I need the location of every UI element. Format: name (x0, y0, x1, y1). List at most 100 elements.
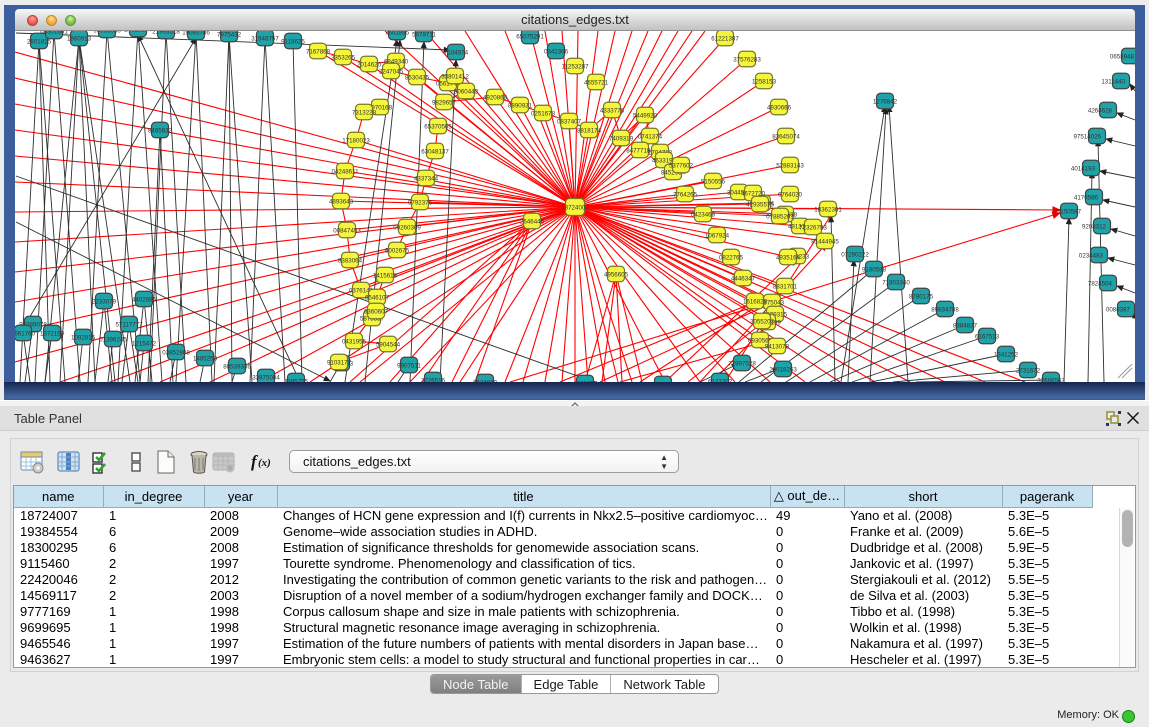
svg-text:4014193: 4014193 (1071, 166, 1096, 173)
svg-text:4920868: 4920868 (483, 95, 508, 102)
svg-text:00847453: 00847453 (333, 228, 361, 235)
svg-text:9180588: 9180588 (862, 267, 887, 274)
svg-text:1092815: 1092815 (71, 335, 96, 342)
svg-text:0423468: 0423468 (691, 212, 716, 219)
svg-text:5904544: 5904544 (376, 342, 401, 349)
svg-text:0822765: 0822765 (719, 255, 744, 262)
svg-text:1860913: 1860913 (67, 36, 92, 43)
svg-text:19093786: 19093786 (182, 31, 210, 37)
svg-text:1067924: 1067924 (705, 233, 730, 240)
svg-text:7824504: 7824504 (1088, 281, 1113, 288)
svg-text:7975432: 7975432 (217, 32, 242, 39)
svg-text:2014620: 2014620 (357, 62, 382, 69)
svg-text:89834788: 89834788 (931, 307, 959, 314)
svg-text:1372159: 1372159 (40, 331, 65, 338)
svg-text:9118625: 9118625 (281, 39, 305, 46)
svg-text:33801412: 33801412 (441, 74, 469, 81)
svg-text:6764020: 6764020 (778, 192, 803, 199)
svg-text:2601815: 2601815 (27, 39, 52, 46)
svg-text:9907511: 9907511 (397, 363, 421, 370)
svg-text:0088387: 0088387 (1106, 307, 1131, 314)
svg-text:7313228: 7313228 (352, 110, 377, 117)
svg-text:8890931: 8890931 (508, 103, 533, 110)
svg-text:0431955: 0431955 (342, 339, 367, 346)
svg-text:72326793: 72326793 (799, 225, 827, 232)
svg-text:6546107: 6546107 (365, 295, 390, 302)
svg-text:07885261: 07885261 (766, 214, 794, 221)
svg-text:1276842: 1276842 (873, 99, 898, 106)
svg-text:81444945: 81444945 (811, 239, 839, 246)
svg-text:61221387: 61221387 (711, 36, 739, 43)
svg-text:5979711: 5979711 (412, 32, 436, 39)
svg-text:65075291: 65075291 (516, 34, 544, 41)
svg-text:6360607: 6360607 (364, 309, 389, 316)
svg-text:7601895: 7601895 (385, 31, 410, 37)
svg-text:4930666: 4930666 (767, 105, 792, 112)
svg-text:9060443: 9060443 (454, 89, 479, 96)
svg-text:07290222: 07290222 (841, 252, 869, 259)
svg-text:7764265: 7764265 (673, 192, 698, 199)
svg-text:9413078: 9413078 (765, 344, 790, 351)
svg-text:97514026: 97514026 (1073, 134, 1101, 141)
svg-text:4935164: 4935164 (776, 255, 801, 262)
svg-text:5150556: 5150556 (701, 179, 726, 186)
svg-text:2233079: 2233079 (92, 299, 117, 306)
svg-text:4170586: 4170586 (1074, 195, 1099, 202)
svg-text:2247045: 2247045 (379, 69, 404, 76)
svg-text:08301661: 08301661 (40, 31, 68, 36)
svg-text:20018263: 20018263 (769, 367, 797, 374)
svg-text:4655721: 4655721 (584, 80, 609, 87)
svg-text:88539336: 88539336 (223, 364, 251, 371)
svg-text:7104974: 7104974 (444, 50, 469, 57)
svg-text:52883143: 52883143 (776, 163, 804, 170)
svg-text:71803340: 71803340 (882, 280, 910, 287)
svg-text:1415618: 1415618 (373, 273, 398, 280)
svg-text:9792376: 9792376 (408, 200, 433, 207)
svg-text:1616828: 1616828 (743, 299, 768, 306)
svg-text:0837407: 0837407 (557, 119, 582, 126)
svg-text:4446347: 4446347 (731, 276, 756, 283)
svg-text:18724007: 18724007 (561, 205, 589, 212)
svg-text:0658948: 0658948 (1110, 54, 1135, 61)
svg-text:6002675: 6002675 (385, 248, 410, 255)
svg-text:33875004: 33875004 (252, 375, 280, 382)
svg-text:03852808: 03852808 (162, 350, 190, 357)
svg-text:01396245: 01396245 (99, 337, 127, 344)
svg-text:9829657: 9829657 (432, 100, 457, 107)
svg-text:8465632: 8465632 (148, 128, 173, 135)
svg-text:5377602: 5377602 (669, 163, 694, 170)
svg-text:9208312: 9208312 (1082, 224, 1107, 231)
svg-text:0234483: 0234483 (1079, 253, 1104, 260)
svg-text:3353265: 3353265 (331, 55, 356, 62)
svg-text:37576283: 37576283 (733, 57, 761, 64)
svg-text:0251678: 0251678 (531, 111, 556, 118)
svg-text:90996030: 90996030 (93, 31, 121, 35)
svg-text:1311440: 1311440 (1101, 79, 1125, 86)
svg-text:17180023: 17180023 (342, 138, 370, 145)
svg-text:3055203: 3055203 (750, 319, 775, 326)
svg-text:7409319: 7409319 (609, 136, 634, 143)
svg-text:5150587: 5150587 (1057, 209, 1082, 216)
svg-text:4333776: 4333776 (600, 108, 625, 115)
svg-text:8383064: 8383064 (338, 258, 363, 265)
svg-text:1485253: 1485253 (193, 356, 218, 363)
svg-text:8780175: 8780175 (909, 294, 934, 301)
svg-text:6167513: 6167513 (975, 334, 1000, 341)
svg-text:83645074: 83645074 (772, 134, 800, 141)
svg-text:0342366: 0342366 (544, 49, 569, 56)
svg-text:4264628: 4264628 (1088, 108, 1113, 115)
svg-text:7167868: 7167868 (306, 49, 331, 56)
svg-text:4956605: 4956605 (604, 272, 629, 279)
svg-text:4893643: 4893643 (329, 199, 354, 206)
svg-text:0741374: 0741374 (638, 134, 663, 141)
svg-text:4337344: 4337344 (414, 176, 439, 183)
svg-text:11253287: 11253287 (561, 64, 589, 71)
svg-text:5449920: 5449920 (633, 113, 658, 120)
svg-text:4402685: 4402685 (132, 297, 157, 304)
svg-text:42935575: 42935575 (746, 202, 774, 209)
svg-text:18362361: 18362361 (814, 207, 842, 214)
svg-text:1341252: 1341252 (994, 352, 1019, 359)
svg-text:9103177: 9103177 (327, 360, 352, 367)
svg-text:04248611: 04248611 (331, 169, 359, 176)
svg-text:8818174: 8818174 (577, 128, 602, 135)
